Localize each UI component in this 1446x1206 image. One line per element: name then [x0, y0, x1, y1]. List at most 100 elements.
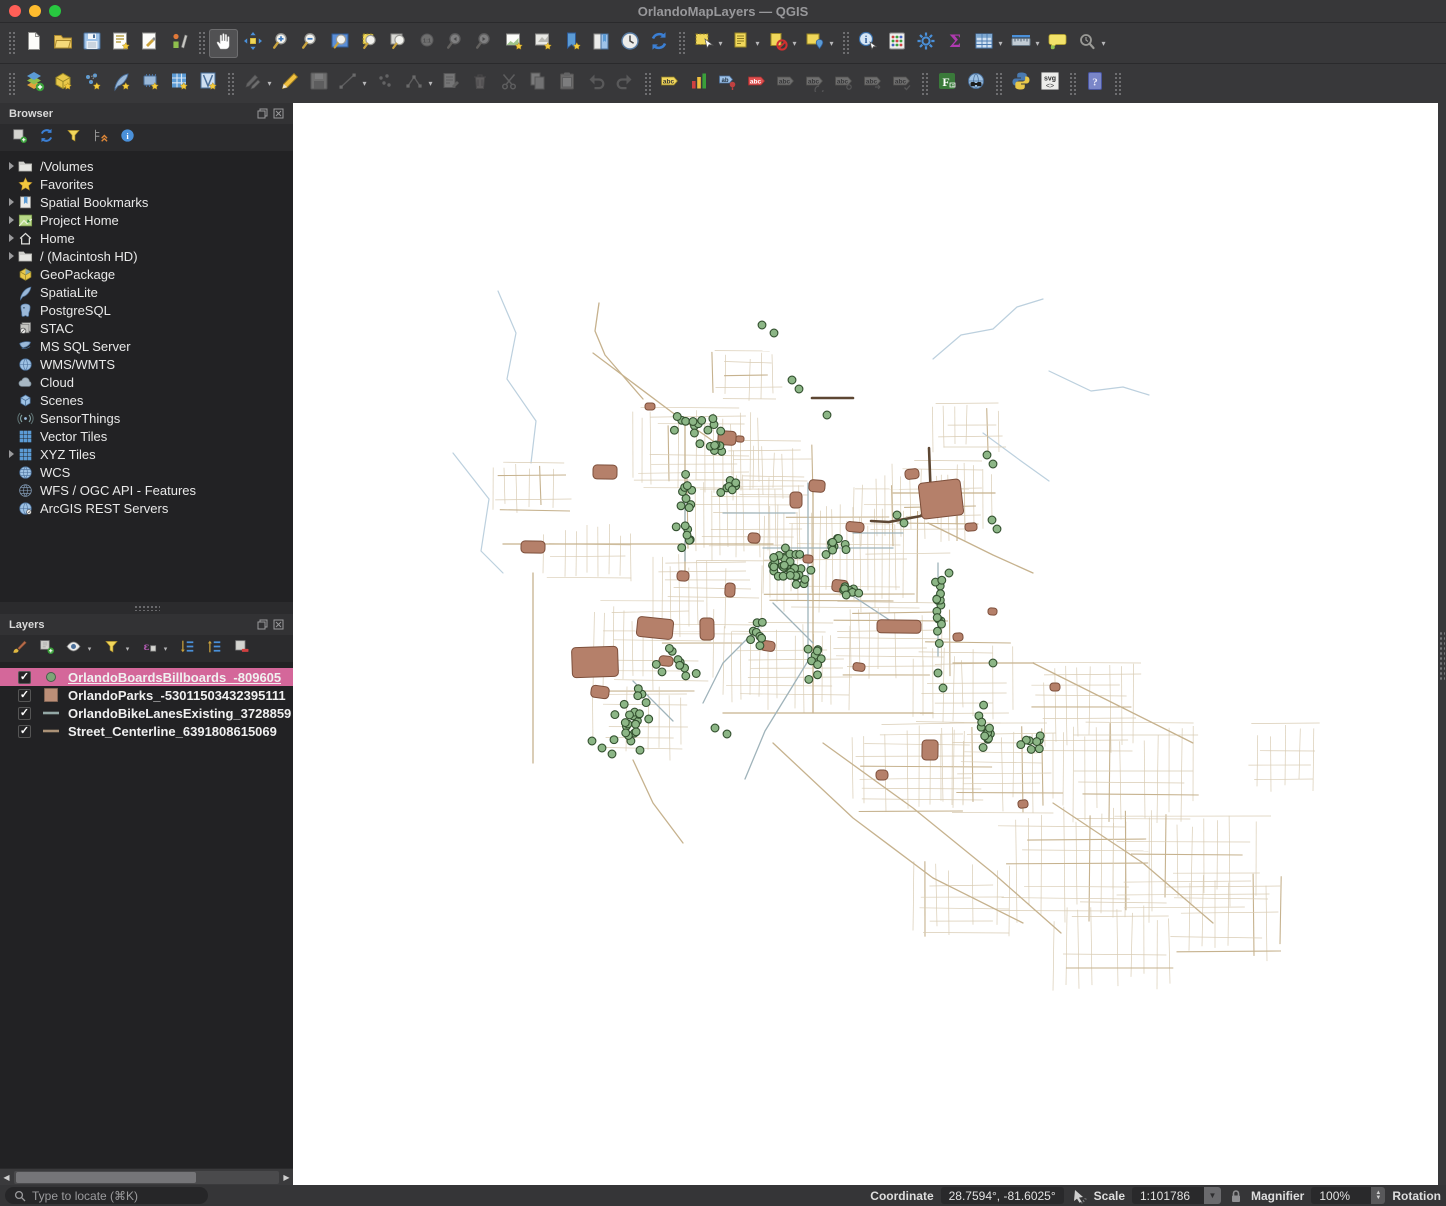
python-console-button[interactable]	[1006, 69, 1035, 98]
modify-attributes-button[interactable]	[436, 69, 465, 98]
layout-manager-button[interactable]	[135, 29, 164, 58]
browser-item-macintosh-hd[interactable]: / (Macintosh HD)	[0, 247, 293, 265]
expression-dropdown-arrow[interactable]: ▾	[162, 645, 169, 653]
layer-checkbox[interactable]: ✓	[18, 724, 31, 738]
filter-button[interactable]	[101, 639, 121, 659]
new-shapefile-button[interactable]	[77, 69, 106, 98]
measure-dropdown-arrow[interactable]: ▾	[1033, 39, 1042, 48]
expander-icon[interactable]	[5, 450, 17, 458]
browser-item-arcgis-rest-servers[interactable]: ArcGIS REST Servers	[0, 499, 293, 517]
processing-history-dropdown-arrow[interactable]: ▾	[1099, 39, 1108, 48]
current-edits-button[interactable]	[238, 69, 267, 98]
add-record-button[interactable]	[370, 69, 399, 98]
data-source-manager-button[interactable]	[19, 69, 48, 98]
help-button[interactable]: ?	[1080, 69, 1109, 98]
pan-selection-button[interactable]	[238, 29, 267, 58]
magnifier-spinbox[interactable]: 100% ▲ ▼	[1311, 1187, 1386, 1204]
toolbar-handle[interactable]	[7, 30, 15, 56]
browser-item-vector-tiles[interactable]: Vector Tiles	[0, 427, 293, 445]
undo-button[interactable]	[581, 69, 610, 98]
layers-float-button[interactable]	[257, 619, 268, 630]
attribute-table-button[interactable]	[969, 29, 998, 58]
map-tips-button[interactable]	[1043, 29, 1072, 58]
new-bookmark-button[interactable]	[557, 29, 586, 58]
label-rotate-button[interactable]: abc	[800, 69, 829, 98]
browser-item-ms-sql-server[interactable]: MS SQL Server	[0, 337, 293, 355]
new-layout-button[interactable]	[106, 29, 135, 58]
expander-icon[interactable]	[5, 216, 17, 224]
deselect-dropdown-arrow[interactable]: ▾	[790, 39, 799, 48]
layer-checkbox[interactable]: ✓	[18, 688, 31, 702]
plugin-f-button[interactable]: F	[932, 69, 961, 98]
label-move-button[interactable]: abc	[771, 69, 800, 98]
lock-scale-icon[interactable]	[1228, 1188, 1244, 1204]
layer-row[interactable]: ✓ OrlandoBikeLanesExisting_3728859	[0, 704, 293, 722]
new-spatialite-button[interactable]	[106, 69, 135, 98]
new-virtual-layer-button[interactable]	[164, 69, 193, 98]
zoom-in-button[interactable]	[267, 29, 296, 58]
locator-input[interactable]: Type to locate (⌘K)	[5, 1187, 208, 1204]
toolbar-handle[interactable]	[197, 30, 205, 56]
browser-close-button[interactable]	[273, 108, 284, 119]
map-canvas[interactable]	[293, 103, 1438, 1185]
layer-row[interactable]: ✓ Street_Centerline_6391808615069	[0, 722, 293, 740]
layers-close-button[interactable]	[273, 619, 284, 630]
toolbar-handle[interactable]	[226, 70, 234, 97]
styling-button[interactable]	[9, 639, 29, 659]
browser-item-volumes[interactable]: /Volumes	[0, 157, 293, 175]
svg-annotation-button[interactable]: svg <>	[1035, 69, 1064, 98]
select-by-form-button[interactable]	[726, 29, 755, 58]
deselect-button[interactable]	[763, 29, 792, 58]
expand-all-button[interactable]	[177, 639, 197, 659]
search-plugin-button[interactable]	[961, 69, 990, 98]
themes-dropdown-arrow[interactable]: ▾	[86, 645, 93, 653]
label-change-button[interactable]: abc	[829, 69, 858, 98]
browser-item-xyz-tiles[interactable]: XYZ Tiles	[0, 445, 293, 463]
expander-icon[interactable]	[5, 234, 17, 242]
copy-features-button[interactable]	[523, 69, 552, 98]
filter-button[interactable]	[63, 128, 83, 148]
toolbar-handle[interactable]	[7, 70, 15, 97]
open-project-button[interactable]	[48, 29, 77, 58]
browser-float-button[interactable]	[257, 108, 268, 119]
browser-item-home[interactable]: Home	[0, 229, 293, 247]
browser-item-cloud[interactable]: Cloud	[0, 373, 293, 391]
processing-toolbox-button[interactable]	[911, 29, 940, 58]
browser-item-sensorthings[interactable]: SensorThings	[0, 409, 293, 427]
themes-button[interactable]	[63, 639, 83, 659]
dock-horizontal-scrollbar[interactable]: ◀ ▶	[0, 1168, 293, 1185]
save-edits-button[interactable]	[304, 69, 333, 98]
select-features-dropdown-arrow[interactable]: ▾	[716, 39, 725, 48]
remove-layer-button[interactable]	[231, 639, 251, 659]
select-location-button[interactable]	[800, 29, 829, 58]
new-scratch-layer-button[interactable]	[135, 69, 164, 98]
browser-item-wms-wmts[interactable]: WMS/WMTS	[0, 355, 293, 373]
collapse-tree-button[interactable]	[90, 128, 110, 148]
coordinate-input[interactable]: 28.7594°, -81.6025°	[940, 1187, 1064, 1204]
show-bookmarks-button[interactable]	[586, 29, 615, 58]
scrollbar-thumb[interactable]	[16, 1171, 197, 1183]
scrollbar-track[interactable]	[14, 1170, 279, 1184]
cut-features-button[interactable]	[494, 69, 523, 98]
toolbar-handle[interactable]	[677, 30, 685, 56]
filter-dropdown-arrow[interactable]: ▾	[124, 645, 131, 653]
new-map-view-button[interactable]	[499, 29, 528, 58]
expander-icon[interactable]	[5, 252, 17, 260]
temporal-controller-button[interactable]	[615, 29, 644, 58]
delete-selected-button[interactable]	[465, 69, 494, 98]
layer-row[interactable]: ✓ OrlandoParks_-53011503432395111	[0, 686, 293, 704]
browser-item-geopackage[interactable]: GeoPackage	[0, 265, 293, 283]
toggle-extents-icon[interactable]	[1071, 1188, 1087, 1204]
scroll-left-arrow[interactable]: ◀	[0, 1173, 13, 1182]
scale-combobox[interactable]: 1:101786 ▼	[1132, 1187, 1221, 1204]
browser-item-stac[interactable]: STAC	[0, 319, 293, 337]
zoom-out-button[interactable]	[296, 29, 325, 58]
new-project-button[interactable]	[19, 29, 48, 58]
label-change2-button[interactable]: abc	[858, 69, 887, 98]
scale-dropdown-arrow[interactable]: ▼	[1204, 1187, 1221, 1204]
vertex-tool-button[interactable]	[399, 69, 428, 98]
field-calculator-button[interactable]	[882, 29, 911, 58]
expander-icon[interactable]	[5, 198, 17, 206]
browser-item-wcs[interactable]: WCS	[0, 463, 293, 481]
browser-item-spatial-bookmarks[interactable]: Spatial Bookmarks	[0, 193, 293, 211]
